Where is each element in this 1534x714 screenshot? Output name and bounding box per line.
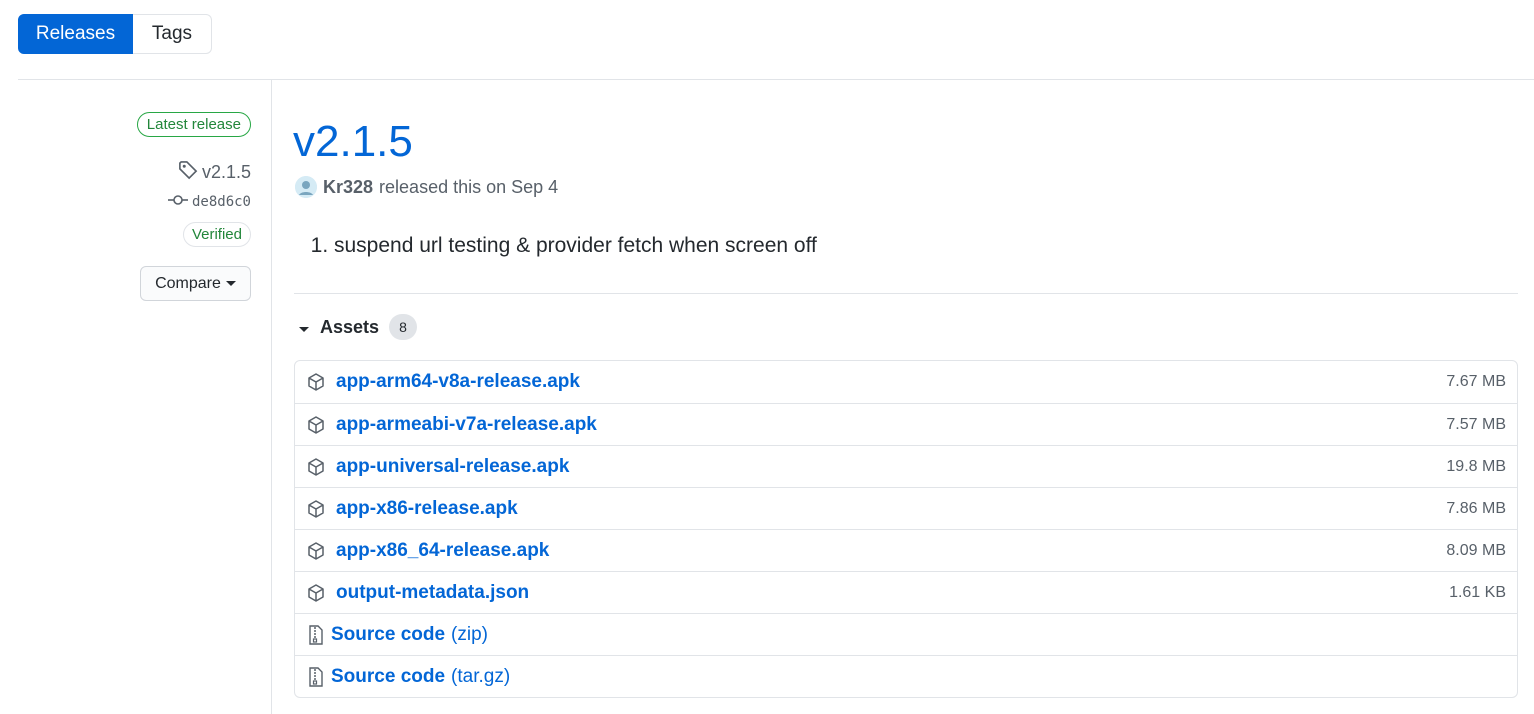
compare-button[interactable]: Compare <box>140 266 251 301</box>
source-code-format[interactable]: (tar.gz) <box>451 666 510 688</box>
asset-link[interactable]: output-metadata.json <box>336 582 529 604</box>
asset-row: output-metadata.json 1.61 KB <box>295 571 1517 613</box>
source-code-targz-link[interactable]: Source code <box>331 666 445 688</box>
release-notes: suspend url testing & provider fetch whe… <box>313 234 817 258</box>
asset-link[interactable]: app-universal-release.apk <box>336 456 569 478</box>
release-tabs: Releases Tags <box>18 14 212 54</box>
asset-size: 7.86 MB <box>1446 499 1506 517</box>
asset-link[interactable]: app-x86-release.apk <box>336 498 518 520</box>
release-tag-link[interactable]: v2.1.5 <box>178 160 251 185</box>
asset-row: Source code (tar.gz) <box>295 655 1517 697</box>
tag-icon <box>178 160 198 185</box>
git-commit-icon <box>167 193 188 211</box>
asset-size: 7.67 MB <box>1446 373 1506 390</box>
source-code-format[interactable]: (zip) <box>451 624 488 646</box>
triangle-down-icon <box>298 317 310 338</box>
asset-link[interactable]: app-armeabi-v7a-release.apk <box>336 414 597 436</box>
release-note-item: suspend url testing & provider fetch whe… <box>334 234 817 258</box>
commit-hash: de8d6c0 <box>191 194 251 210</box>
compare-label: Compare <box>155 274 221 292</box>
avatar[interactable] <box>295 176 317 198</box>
notes-divider <box>294 293 1518 294</box>
released-text: released this on Sep 4 <box>379 176 559 197</box>
release-byline: Kr328 released this on Sep 4 <box>295 176 558 198</box>
asset-row: app-armeabi-v7a-release.apk 7.57 MB <box>295 403 1517 445</box>
package-icon <box>306 583 326 603</box>
assets-list: app-arm64-v8a-release.apk 7.67 MB app-ar… <box>294 360 1518 698</box>
asset-link[interactable]: app-x86_64-release.apk <box>336 540 549 562</box>
package-icon <box>306 457 326 477</box>
asset-size: 19.8 MB <box>1446 457 1506 475</box>
file-zip-icon <box>306 624 326 645</box>
asset-size: 8.09 MB <box>1446 541 1506 559</box>
package-icon <box>306 372 326 392</box>
package-icon <box>306 541 326 561</box>
asset-row: app-x86_64-release.apk 8.09 MB <box>295 529 1517 571</box>
tab-releases[interactable]: Releases <box>18 14 133 54</box>
tab-tags[interactable]: Tags <box>133 14 212 54</box>
assets-label: Assets <box>320 316 380 337</box>
assets-count-badge: 8 <box>389 314 418 340</box>
latest-release-badge: Latest release <box>136 112 251 137</box>
commit-link[interactable]: de8d6c0 <box>167 193 251 211</box>
asset-row: app-universal-release.apk 19.8 MB <box>295 445 1517 487</box>
source-code-zip-link[interactable]: Source code <box>331 624 445 646</box>
author-link[interactable]: Kr328 <box>323 177 373 198</box>
asset-row: app-arm64-v8a-release.apk 7.67 MB <box>295 361 1517 403</box>
asset-size: 7.57 MB <box>1446 415 1506 433</box>
asset-size: 1.61 KB <box>1449 583 1506 601</box>
asset-row: app-x86-release.apk 7.86 MB <box>295 487 1517 529</box>
asset-link[interactable]: app-arm64-v8a-release.apk <box>336 371 580 393</box>
package-icon <box>306 499 326 519</box>
assets-toggle[interactable]: Assets 8 <box>298 314 418 340</box>
caret-down-icon <box>225 281 236 286</box>
column-divider <box>271 80 272 714</box>
verified-badge[interactable]: Verified <box>182 222 251 247</box>
release-title[interactable]: v2.1.5 <box>293 115 413 169</box>
asset-row: Source code (zip) <box>295 613 1517 655</box>
file-zip-icon <box>306 666 326 687</box>
release-tag-label: v2.1.5 <box>201 162 251 182</box>
top-divider <box>18 79 1534 80</box>
package-icon <box>306 415 326 435</box>
